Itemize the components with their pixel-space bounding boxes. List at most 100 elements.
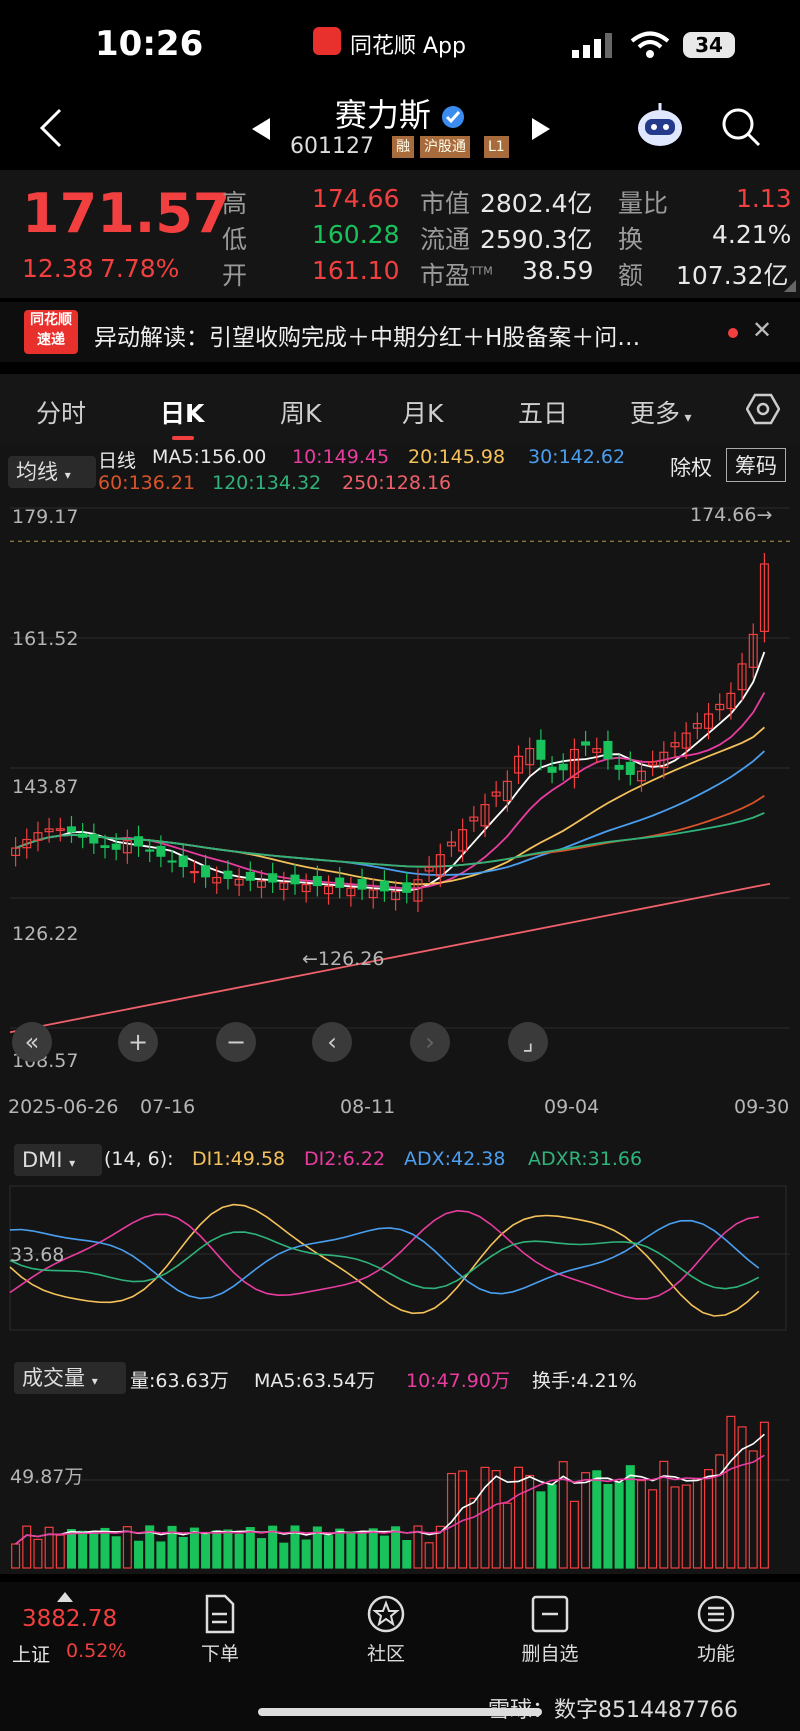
stock-header: 赛力斯 601127 融 沪股通 L1 (0, 90, 800, 168)
search-icon[interactable] (720, 106, 762, 148)
volume-bar (301, 1539, 311, 1569)
volume-bar (279, 1542, 289, 1569)
scroll-right-icon[interactable]: › (410, 1022, 450, 1062)
mcap-value: 2802.4亿 (480, 189, 593, 218)
candlesticks (11, 552, 769, 913)
volume-bar (748, 1450, 758, 1569)
volume-bar (212, 1530, 222, 1569)
close-icon[interactable]: ✕ (752, 316, 772, 344)
dmi-line (9, 1231, 760, 1290)
volume-bar (201, 1532, 211, 1569)
volume-bar (681, 1484, 691, 1569)
candle-body (178, 855, 188, 868)
fullscreen-icon[interactable]: ⌟ (508, 1022, 548, 1062)
dmi-y-label: 33.68 (10, 1244, 65, 1266)
ma-selector[interactable]: 均线 ▾ (8, 456, 96, 488)
nav-functions[interactable]: 功能 (666, 1582, 766, 1666)
remove-watchlist-icon (531, 1595, 569, 1633)
volume-ma10-line (15, 1454, 765, 1545)
nav-order[interactable]: 下单 (170, 1582, 270, 1666)
dmi-selector[interactable]: DMI ▾ (14, 1144, 102, 1176)
price-change: 12.38 (22, 254, 94, 283)
tab-daily-k[interactable]: 日K (160, 394, 204, 430)
tab-monthly-k[interactable]: 月K (402, 394, 443, 430)
tab-intraday[interactable]: 分时 (36, 394, 86, 430)
adjust-button[interactable]: 除权 (670, 452, 712, 482)
volume-value: 量:63.63万 (130, 1370, 229, 1392)
bottom-bar: 3882.78 上证 0.52% 下单 社区 删自选 功能 雪球：数字85144… (0, 1582, 800, 1731)
robot-assistant-icon[interactable] (635, 100, 685, 150)
vol-ratio-value: 1.13 (736, 184, 792, 213)
dmi-di1: DI1:49.58 (192, 1148, 286, 1170)
volume-ma5: MA5:63.54万 (254, 1370, 376, 1392)
volume-bar (424, 1542, 434, 1569)
zoom-in-icon[interactable]: + (118, 1022, 158, 1062)
tab-weekly-k[interactable]: 周K (280, 394, 321, 430)
volume-turnover: 换手:4.21% (532, 1370, 637, 1392)
volume-selector[interactable]: 成交量 ▾ (14, 1362, 126, 1394)
next-stock-icon[interactable] (530, 116, 552, 142)
volume-bar (480, 1466, 490, 1569)
kline-chart-area[interactable]: 均线 ▾ 日线 MA5:156.00 10:149.45 20:145.98 3… (0, 444, 800, 1574)
volume-bar (581, 1472, 591, 1569)
candle-body (189, 871, 199, 874)
y-axis-label: 179.17 (12, 506, 79, 528)
tab-five-day[interactable]: 五日 (518, 394, 568, 430)
ma250-value: 250:128.16 (342, 472, 452, 494)
ma120-value: 120:134.32 (212, 472, 322, 494)
volume-bar (178, 1536, 188, 1569)
volume-canvas (10, 1415, 790, 1569)
collapse-left-icon[interactable]: « (12, 1022, 52, 1062)
high-value: 174.66 (312, 184, 400, 213)
chips-button[interactable]: 筹码 (726, 448, 786, 482)
candle-body (625, 761, 635, 775)
settings-icon[interactable] (746, 392, 780, 426)
float-label: 流通 (420, 225, 471, 254)
home-indicator[interactable] (258, 1708, 542, 1716)
tab-active-indicator (172, 436, 194, 440)
volume-bar (134, 1540, 144, 1569)
status-bar: 10:26 同花顺 App 34 (0, 0, 800, 90)
candle-body (100, 845, 110, 849)
expand-corner-icon[interactable] (784, 280, 796, 292)
candle-body (547, 766, 557, 773)
news-ticker[interactable]: 同花顺 速递 异动解读：引望收购完成＋中期分红＋H股备案＋问… ✕ (0, 302, 800, 362)
candle-body (558, 763, 568, 771)
high-label: 高 (222, 189, 248, 218)
tab-more[interactable]: 更多 ▾ (630, 394, 692, 430)
volume-bar (156, 1541, 166, 1569)
volume-bar (33, 1538, 43, 1569)
ma60-value: 60:136.21 (98, 472, 196, 494)
index-pct: 0.52% (66, 1640, 127, 1662)
volume-bar (324, 1535, 334, 1569)
index-name: 上证 (12, 1644, 51, 1666)
vol-ratio-label: 量比 (618, 189, 669, 218)
order-icon (205, 1594, 235, 1634)
ma30-value: 30:142.62 (528, 446, 626, 468)
volume-bar (78, 1530, 88, 1569)
dmi-params: (14, 6): (104, 1148, 174, 1170)
ma-period: 日线 (98, 450, 137, 472)
x-axis-label: 2025-06-26 (8, 1096, 119, 1118)
tag-connect: 沪股通 (420, 136, 470, 158)
nav-remove-watchlist[interactable]: 删自选 (500, 1582, 600, 1666)
candle-body (66, 826, 76, 833)
verified-icon (442, 106, 465, 128)
max-price-note: 174.66→ (690, 504, 773, 526)
scroll-left-icon[interactable]: ‹ (312, 1022, 352, 1062)
candle-body (357, 879, 367, 890)
amount-value: 107.32亿 (676, 261, 789, 290)
volume-bar (692, 1478, 702, 1569)
candle-body (167, 860, 177, 863)
volume-bar (223, 1529, 233, 1569)
zoom-out-icon[interactable]: − (216, 1022, 256, 1062)
nav-community[interactable]: 社区 (336, 1582, 436, 1666)
candle-body (402, 882, 412, 893)
volume-bar (547, 1484, 557, 1569)
unread-dot-icon (728, 328, 738, 338)
index-value[interactable]: 3882.78 (22, 1606, 117, 1632)
volume-ma10: 10:47.90万 (406, 1370, 510, 1392)
price-change-pct: 7.78% (100, 254, 180, 283)
volume-bar (357, 1531, 367, 1569)
volume-bar (402, 1539, 412, 1569)
